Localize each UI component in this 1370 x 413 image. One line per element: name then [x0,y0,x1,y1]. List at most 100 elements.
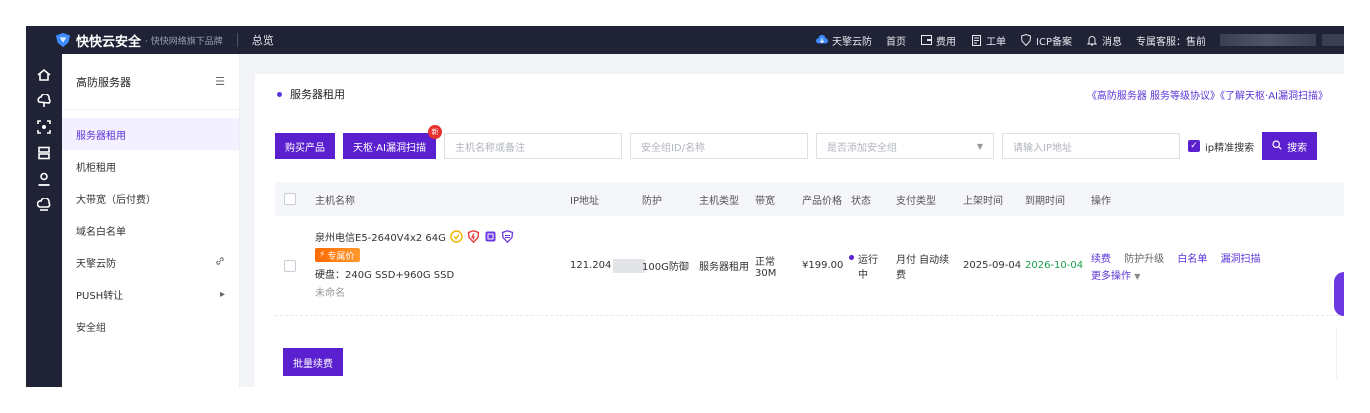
batch-renew-button[interactable]: 批量续费 [283,348,343,376]
link-icon [215,256,225,269]
breadcrumb-overview[interactable]: 总览 [252,32,274,48]
bandwidth-value: 正常 30M [755,216,776,315]
caret-right-icon: ▸ [219,288,225,300]
nav-messages[interactable]: 消息 [1086,33,1122,48]
pay-type-line-1: 月付 自动续 [896,254,950,266]
col-expire-time: 到期时间 [1025,195,1065,207]
security-group-select[interactable]: 是否添加安全组 ▼ [815,133,994,159]
host-type-value: 服务器租用 [699,262,749,273]
table-row: 泉州电信E5-2640V4x2 64G ⚡ 专属价 硬盘：240G SSD+96… [275,216,1344,316]
customer-service-label: 专属客服： [1136,36,1186,48]
home-icon [37,68,51,81]
protect-shield-icon[interactable] [501,229,514,243]
nav-home-label: 首页 [886,36,907,48]
security-group-input[interactable]: 安全组ID/名称 [629,133,808,159]
rail-cloud-defense[interactable] [26,192,62,218]
renew-link[interactable]: 续费 [1091,254,1111,265]
cloud-icon [816,34,829,46]
sidebar-item-bandwidth[interactable]: 大带宽（后付费） [62,182,239,214]
sidebar-item-label: 域名白名单 [76,226,126,238]
sidebar-item-push-transfer[interactable]: PUSH转让 ▸ [62,278,239,310]
nav-icp[interactable]: ICP备案 [1020,33,1072,48]
rail-server[interactable] [26,140,62,166]
ip-exact-search-label: ip精准搜索 [1204,142,1255,154]
brand-logo[interactable]: 快快云安全 · 快快网络旗下品牌 [26,26,223,54]
more-actions-label: 更多操作 [1091,270,1131,282]
floating-service-tab[interactable] [1334,272,1344,316]
status-line-1: 运行 [858,254,878,266]
refresh-badge-icon[interactable] [450,229,463,243]
buy-product-button[interactable]: 购买产品 [275,133,335,159]
ai-scan-button[interactable]: 天枢·AI漏洞扫描 新 [343,125,442,159]
col-status: 状态 [851,195,871,207]
cloud-server-icon [37,94,51,107]
rail-cloud[interactable] [26,88,62,114]
agreement-links[interactable]: 《高防服务器 服务等级协议》《了解天枢·AI漏洞扫描》 [1087,87,1328,102]
bell-icon [1086,34,1098,46]
status-value: 运行 中 [849,216,878,315]
copy-icon[interactable] [484,230,497,243]
caret-down-icon: ▼ [1134,271,1141,281]
sidebar-item-label: 天擎云防 [76,258,116,270]
defense-value: 100G防御 [642,262,689,273]
disk-info: 硬盘：240G SSD+960G SSD [315,270,455,281]
ip-exact-search-checkbox[interactable]: ✓ ip精准搜索 [1187,139,1255,154]
host-name[interactable]: 泉州电信E5-2640V4x2 64G [315,229,446,244]
rail-user[interactable] [26,166,62,192]
ip-address-input[interactable]: 请输入IP地址 [1001,133,1180,159]
redacted-ip [613,258,646,273]
cloud-upload-icon [37,198,51,211]
sidebar-item-cabinet-rental[interactable]: 机柜租用 [62,150,239,182]
col-actions: 操作 [1091,195,1111,207]
nav-billing[interactable]: 费用 [920,33,956,48]
col-start-time: 上架时间 [963,195,1003,207]
wallet-icon [920,34,932,46]
shield-icon [1020,34,1032,46]
bandwidth-line-1: 正常 [755,256,775,268]
floating-side-panel[interactable] [1336,328,1344,378]
defense-upgrade-link[interactable]: 防护升级 [1124,254,1164,265]
icon-rail [26,54,62,387]
search-button[interactable]: 搜索 [1262,132,1318,160]
vuln-scan-link[interactable]: 漏洞扫描 [1221,254,1261,265]
section-header: 服务器租用 《高防服务器 服务等级协议》《了解天枢·AI漏洞扫描》 [255,74,1344,114]
lightning-shield-icon[interactable] [467,229,480,243]
status-line-2: 中 [858,269,868,281]
nav-tianqing[interactable]: 天擎云防 [816,33,872,48]
col-ip: IP地址 [570,195,599,207]
sidebar-item-security-group[interactable]: 安全组 [62,310,239,342]
pay-type-line-2: 费 [896,269,906,281]
collapse-menu-icon[interactable]: ☰ [215,75,225,88]
rail-scan[interactable] [26,114,62,140]
col-price: 产品价格 [802,195,842,207]
sidebar-title: 高防服务器 [76,75,131,89]
header-divider [236,33,238,47]
customer-service-name: 售前 [1186,36,1206,48]
expire-time-value: 2026-10-04 [1025,260,1084,271]
sidebar-header: 高防服务器 ☰ [62,54,239,110]
nav-ticket-label: 工单 [986,36,1007,48]
sidebar-item-server-rental[interactable]: 服务器租用 [62,118,239,150]
more-actions-dropdown[interactable]: 更多操作 ▼ [1091,271,1140,282]
whitelist-link[interactable]: 白名单 [1177,254,1207,265]
customer-service[interactable]: 专属客服： 售前 [1136,33,1206,48]
table-header: 主机名称 IP地址 防护 主机类型 带宽 产品价格 状态 支付类型 上架时间 到… [275,182,1344,216]
sidebar-item-domain-whitelist[interactable]: 域名白名单 [62,214,239,246]
sidebar-item-tianqing[interactable]: 天擎云防 [62,246,239,278]
new-badge: 新 [427,125,442,139]
row-checkbox[interactable] [284,216,296,315]
brand-subtitle: · 快快网络旗下品牌 [145,36,223,47]
top-navbar: 快快云安全 · 快快网络旗下品牌 总览 天擎云防 首页 费用 工单 ICP备案 … [26,26,1344,54]
section-title-text: 服务器租用 [290,88,345,101]
sidebar-item-label: 机柜租用 [76,162,116,174]
nav-ticket[interactable]: 工单 [970,33,1006,48]
ip-address-text: 121.204 [570,260,612,271]
redacted-avatar [1322,34,1344,46]
bandwidth-line-2: 30M [755,267,777,279]
select-all-checkbox[interactable] [284,182,296,216]
rail-home[interactable] [26,62,62,88]
nav-home[interactable]: 首页 [886,33,906,48]
host-name-input[interactable]: 主机名称或备注 [443,133,622,159]
secondary-sidebar: 高防服务器 ☰ 服务器租用 机柜租用 大带宽（后付费） 域名白名单 天擎云防 P… [62,54,240,387]
pay-type-value: 月付 自动续 费 [896,216,949,315]
